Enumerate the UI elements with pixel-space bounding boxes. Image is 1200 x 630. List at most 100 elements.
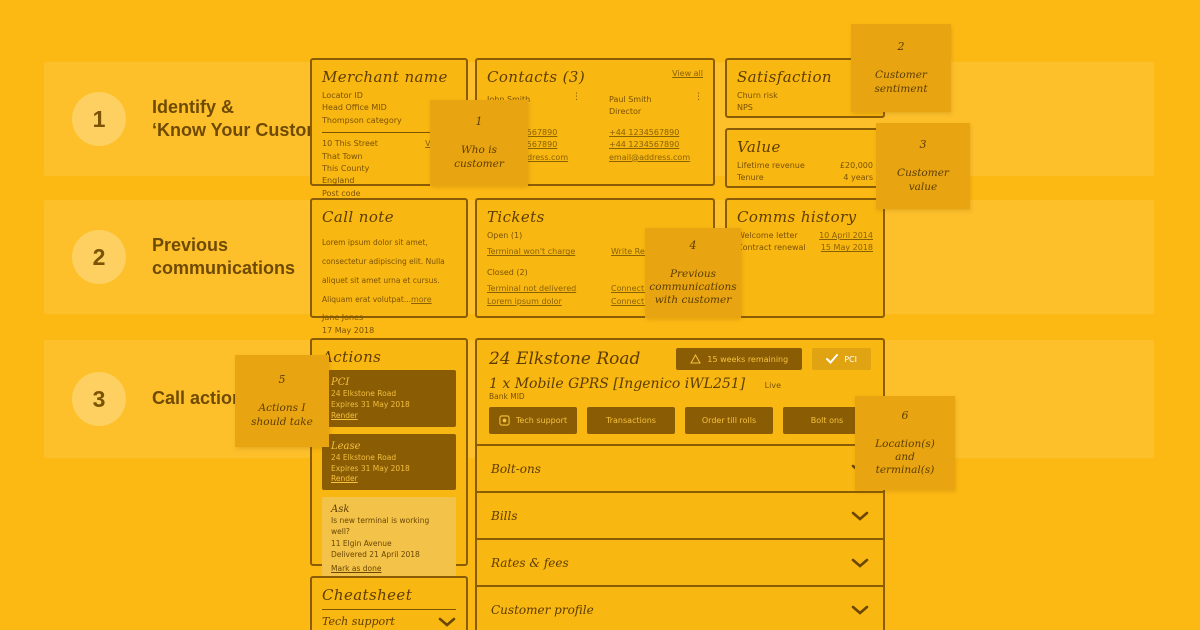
action-link-ask[interactable]: Mark as done <box>331 564 447 573</box>
action-line-ask-3: Delivered 21 April 2018 <box>331 549 420 559</box>
sticky-note-3-text: Customer value <box>897 167 949 193</box>
value-card: Value Lifetime revenue £20,000 Tenure 4 ye… <box>725 128 885 188</box>
pci-label: PCI <box>844 354 857 364</box>
action-line-lease-2: Expires 31 May 2018 <box>331 463 410 473</box>
order-till-rolls-button[interactable]: Order till rolls <box>685 407 773 434</box>
action-link-lease[interactable]: Render <box>331 474 447 483</box>
chevron-down-icon[interactable] <box>851 511 869 521</box>
call-note-more-link[interactable]: more <box>411 295 432 304</box>
actions-card: Actions PCI 24 Elkstone Road Expires 31 … <box>310 338 468 580</box>
terminal-detail-panel: 24 Elkstone Road 15 weeks remaining PCI … <box>475 338 885 630</box>
pci-badge[interactable]: PCI <box>812 348 871 370</box>
action-line-lease-1: 24 Elkstone Road <box>331 452 397 462</box>
action-line-pci-1: 24 Elkstone Road <box>331 389 397 398</box>
sticky-note-5-text: Actions I should take <box>251 402 313 428</box>
action-title-ask: Ask <box>331 504 350 515</box>
contact-role-2: Director <box>609 107 642 117</box>
call-note-date: 17 May 2018 <box>322 325 375 335</box>
accordion-bills[interactable]: Bills <box>477 491 883 538</box>
sticky-note-1-number: 1 <box>475 115 483 129</box>
contacts-title: Contacts (3) <box>487 68 586 86</box>
tech-support-label: Tech support <box>515 416 568 425</box>
order-till-rolls-label: Order till rolls <box>701 416 757 425</box>
sticky-note-1[interactable]: 1 Who is customer <box>430 100 528 186</box>
accordion-rates-fees[interactable]: Rates & fees <box>477 538 883 585</box>
action-link-pci[interactable]: Render <box>331 411 447 420</box>
comms-label-2: Contract renewal <box>737 243 806 253</box>
ticket-closed-label-2[interactable]: Lorem ipsum dolor <box>487 296 587 308</box>
warning-triangle-icon <box>690 354 702 364</box>
sticky-note-6-number: 6 <box>901 408 909 422</box>
sticky-note-5-number: 5 <box>278 373 286 387</box>
cheatsheet-card: Cheatsheet Tech support <box>310 576 468 630</box>
tenure-value: 4 years <box>843 173 873 183</box>
weeks-remaining-badge[interactable]: 15 weeks remaining <box>676 348 803 370</box>
terminal-status: Live <box>764 381 781 390</box>
action-item-pci[interactable]: PCI 24 Elkstone Road Expires 31 May 2018… <box>322 370 456 427</box>
actions-title: Actions <box>322 348 382 366</box>
comms-history-title: Comms history <box>737 208 857 226</box>
contact-menu-icon-1[interactable]: ⋮ <box>572 92 581 106</box>
comms-history-card: Comms history Welcome letter 10 April 201… <box>725 198 885 318</box>
merchant-address-line-3: This County <box>322 163 370 173</box>
sticky-note-4-text: Previous communications with customer <box>649 267 737 307</box>
ticket-closed-label-1[interactable]: Terminal not delivered <box>487 283 587 295</box>
action-line-ask-1: Is new terminal is working well? <box>331 516 430 537</box>
action-line-pci-2: Expires 31 May 2018 <box>331 400 410 410</box>
accordion-label-customer-profile: Customer profile <box>491 602 594 617</box>
bolt-ons-label: Bolt ons <box>810 416 844 425</box>
sticky-note-6-text: Location(s) and terminal(s) <box>875 437 935 477</box>
action-item-ask[interactable]: Ask Is new terminal is working well? 11 … <box>322 497 456 580</box>
comms-value-2[interactable]: 15 May 2018 <box>821 242 873 254</box>
call-note-author: Jane Jones <box>322 313 364 323</box>
accordion-bolt-ons[interactable]: Bolt-ons <box>477 444 883 491</box>
sticky-note-3[interactable]: 3 Customer value <box>876 123 970 209</box>
sticky-note-6[interactable]: 6 Location(s) and terminal(s) <box>855 396 955 490</box>
accordion-label-bills: Bills <box>491 508 518 523</box>
tech-support-button[interactable]: Tech support <box>489 407 577 434</box>
transactions-button[interactable]: Transactions <box>587 407 675 434</box>
lifetime-revenue-value: £20,000 <box>839 161 873 170</box>
transactions-label: Transactions <box>606 416 656 425</box>
nps-label: NPS <box>737 103 753 113</box>
sticky-note-4[interactable]: 4 Previous communications with customer <box>645 228 741 318</box>
sticky-note-1-text: Who is customer <box>454 144 504 170</box>
chevron-down-icon[interactable] <box>851 558 869 568</box>
chevron-down-icon[interactable] <box>851 605 869 615</box>
sticky-note-4-number: 4 <box>689 238 697 252</box>
action-line-ask-2: 11 Elgin Avenue <box>331 538 392 548</box>
terminal-sub-label: Bank MID <box>489 392 525 401</box>
merchant-address-line-2: That Town <box>322 151 363 161</box>
weeks-remaining-label: 15 weeks remaining <box>707 354 789 364</box>
cheatsheet-row-tech-support[interactable]: Tech support <box>322 615 395 628</box>
terminal-name: 1 x Mobile GPRS [Ingenico iWL251] <box>489 376 746 392</box>
contact-email-2[interactable]: email@address.com <box>609 152 703 164</box>
merchant-address-line-1: 10 This Street <box>322 139 378 149</box>
sticky-note-2-number: 2 <box>897 40 905 54</box>
step-number-1: 1 <box>72 92 126 146</box>
panel-title: 24 Elkstone Road <box>489 349 641 369</box>
sticky-note-2-text: Customer sentiment <box>874 69 928 95</box>
accordion-customer-profile[interactable]: Customer profile <box>477 585 883 630</box>
contact-phone2-2[interactable]: +44 1234567890 <box>609 139 703 151</box>
contact-menu-icon-2[interactable]: ⋮ <box>694 92 703 106</box>
sticky-note-3-number: 3 <box>919 138 927 152</box>
chevron-down-icon[interactable] <box>438 617 456 627</box>
accordion-label-rates-fees: Rates & fees <box>491 555 569 570</box>
merchant-address-line-4: England <box>322 176 355 186</box>
cheatsheet-title: Cheatsheet <box>322 586 413 604</box>
merchant-title: Merchant name <box>322 68 448 86</box>
churn-risk-label: Churn risk <box>737 91 778 100</box>
comms-label-1: Welcome letter <box>737 231 798 240</box>
step-number-3: 3 <box>72 372 126 426</box>
ticket-open-label-1[interactable]: Terminal won't charge <box>487 246 587 258</box>
comms-value-1[interactable]: 10 April 2014 <box>819 230 873 242</box>
sticky-note-2[interactable]: 2 Customer sentiment <box>851 24 951 112</box>
action-title-lease: Lease <box>331 440 361 452</box>
contacts-view-all-link[interactable]: View all <box>672 68 703 90</box>
check-icon <box>826 354 839 364</box>
action-item-lease[interactable]: Lease 24 Elkstone Road Expires 31 May 20… <box>322 433 456 490</box>
tenure-label: Tenure <box>737 173 764 183</box>
contact-phone1-2[interactable]: +44 1234567890 <box>609 127 703 139</box>
sticky-note-5[interactable]: 5 Actions I should take <box>235 355 329 447</box>
